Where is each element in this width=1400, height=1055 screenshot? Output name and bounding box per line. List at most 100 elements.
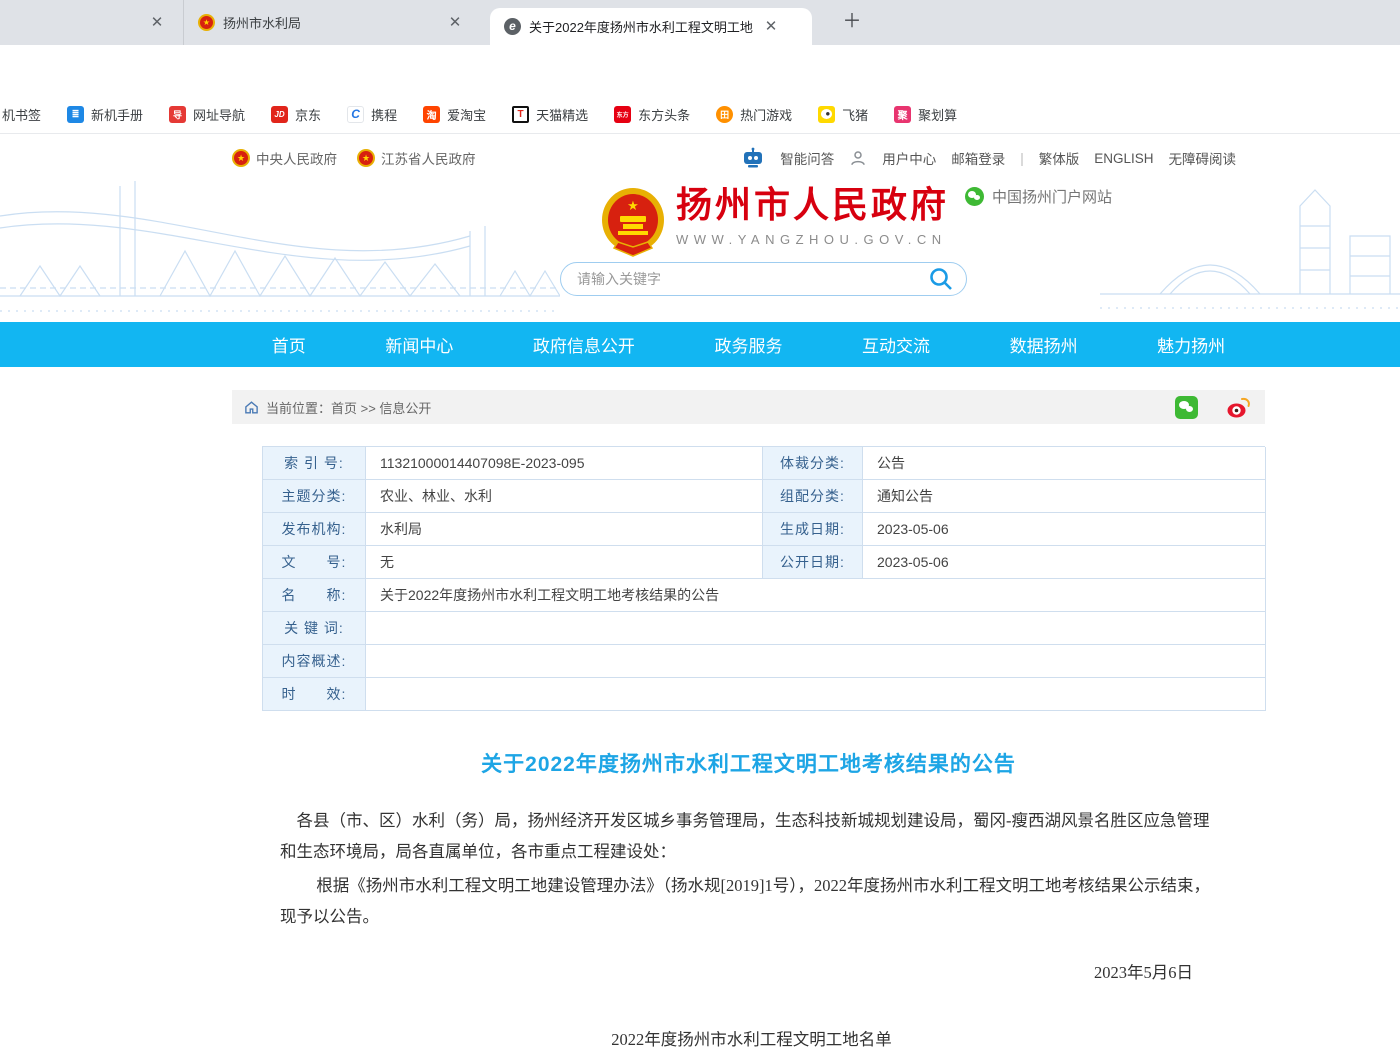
article-list-title: 2022年度扬州市水利工程文明工地名单	[280, 1025, 1223, 1055]
nav-home[interactable]: 首页	[272, 332, 306, 357]
home-icon	[244, 400, 259, 415]
new-tab-icon[interactable]: ＋	[840, 10, 864, 34]
eastday-icon: 东方	[614, 106, 631, 123]
meta-label: 主题分类:	[263, 480, 366, 513]
browser-tab-strip: ✕ ★ 扬州市水利局 ✕ e 关于2022年度扬州市水利工程文明工地 ✕ ＋	[0, 0, 1400, 45]
article-paragraph: 各县（市、区）水利（务）局，扬州经济开发区城乡事务管理局，生态科技新城规划建设局…	[280, 806, 1223, 867]
bridge-watermark-right	[1100, 176, 1400, 322]
tmall-icon: T	[512, 106, 529, 123]
tab-active-announcement[interactable]: e 关于2022年度扬州市水利工程文明工地 ✕	[490, 8, 812, 45]
article-title: 关于2022年度扬州市水利工程文明工地考核结果的公告	[232, 748, 1265, 778]
gov-top-strip: ★ 中央人民政府 ★ 江苏省人民政府 智能问答 用户中心 邮箱登录 | 繁体版 …	[232, 140, 1236, 176]
article-paragraph: 根据《扬州市水利工程文明工地建设管理办法》（扬水规[2019]1号），2022年…	[280, 871, 1223, 932]
user-icon	[849, 149, 867, 167]
nav-data-yangzhou[interactable]: 数据扬州	[1010, 332, 1078, 357]
meta-value-created-date: 2023-05-06	[863, 513, 1266, 546]
meta-value-category: 通知公告	[863, 480, 1266, 513]
bookmark-fliggy[interactable]: 飞猪	[818, 105, 868, 124]
national-emblem: ★	[600, 186, 666, 258]
close-tab-icon[interactable]: ✕	[147, 13, 167, 33]
meta-label: 文 号:	[263, 546, 366, 579]
bookmark-eastday[interactable]: 东方东方头条	[614, 105, 690, 124]
link-user-center[interactable]: 用户中心	[882, 148, 936, 168]
meta-label: 公开日期:	[763, 546, 863, 579]
meta-label: 组配分类:	[763, 480, 863, 513]
nav-info-disclosure[interactable]: 政府信息公开	[533, 332, 635, 357]
manual-icon: ≣	[67, 106, 84, 123]
nav-charm-yangzhou[interactable]: 魅力扬州	[1157, 332, 1225, 357]
meta-label: 时 效:	[263, 678, 366, 711]
meta-label: 关 键 词:	[263, 612, 366, 645]
site-favicon: e	[504, 18, 521, 35]
meta-value-title: 关于2022年度扬州市水利工程文明工地考核结果的公告	[366, 579, 1266, 612]
bookmark-url-navigation[interactable]: 导网址导航	[169, 105, 245, 124]
search-icon[interactable]	[928, 266, 954, 292]
nav-gov-services[interactable]: 政务服务	[714, 332, 782, 357]
meta-value-publisher: 水利局	[366, 513, 763, 546]
tab-title: 扬州市水利局	[223, 13, 443, 32]
tab-yangzhou-water-bureau[interactable]: ★ 扬州市水利局 ✕	[183, 0, 483, 45]
link-central-government[interactable]: ★ 中央人民政府	[232, 148, 337, 168]
gov-emblem-icon: ★	[357, 149, 375, 167]
jd-icon: JD	[271, 106, 288, 123]
bookmark-tmall[interactable]: T天猫精选	[512, 105, 588, 124]
ctrip-icon: C	[347, 106, 364, 123]
robot-icon	[741, 147, 765, 169]
bookmark-ctrip[interactable]: C携程	[347, 105, 397, 124]
juhuasuan-icon: 聚	[894, 106, 911, 123]
fliggy-pig-icon	[818, 106, 835, 123]
breadcrumb-text[interactable]: 当前位置：首页 >> 信息公开	[266, 398, 431, 417]
meta-value-keywords	[366, 612, 1266, 645]
svg-text:★: ★	[627, 198, 639, 213]
meta-value-genre: 公告	[863, 447, 1266, 480]
meta-label: 内容概述:	[263, 645, 366, 678]
bookmark-new-phone-manual[interactable]: ≣新机手册	[67, 105, 143, 124]
article-body: 各县（市、区）水利（务）局，扬州经济开发区城乡事务管理局，生态科技新城规划建设局…	[232, 806, 1265, 1055]
share-weibo-icon[interactable]	[1226, 396, 1251, 419]
site-header: ★ 扬州市人民政府 WWW.YANGZHOU.GOV.CN 中国扬州门户网站	[0, 176, 1400, 322]
game-icon: 田	[716, 106, 733, 123]
site-search[interactable]	[560, 262, 967, 296]
nav-interaction[interactable]: 互动交流	[862, 332, 930, 357]
site-title: 扬州市人民政府	[676, 186, 949, 226]
close-tab-icon[interactable]: ✕	[445, 13, 465, 33]
article-date: 2023年5月6日	[280, 958, 1223, 989]
portal-link[interactable]: 中国扬州门户网站	[965, 186, 1112, 207]
gov-emblem-favicon: ★	[198, 14, 215, 31]
link-jiangsu-government[interactable]: ★ 江苏省人民政府	[357, 148, 476, 168]
link-english[interactable]: ENGLISH	[1094, 151, 1153, 166]
search-input[interactable]	[577, 271, 928, 287]
bookmark-hot-games[interactable]: 田热门游戏	[716, 105, 792, 124]
link-accessibility[interactable]: 无障碍阅读	[1169, 148, 1237, 168]
gov-emblem-icon: ★	[232, 149, 250, 167]
link-smart-qa[interactable]: 智能问答	[780, 148, 834, 168]
browser-toolbar: 不安全 yangzhou.gov.cn/yzszxxgk/slj/202305/…	[0, 45, 1400, 95]
close-tab-icon[interactable]: ✕	[761, 17, 781, 37]
meta-value-validity	[366, 678, 1266, 711]
meta-label: 名 称:	[263, 579, 366, 612]
link-traditional-chinese[interactable]: 繁体版	[1039, 148, 1080, 168]
divider: |	[1020, 151, 1024, 166]
wechat-icon	[965, 187, 984, 206]
meta-label: 发布机构:	[263, 513, 366, 546]
main-nav: 首页 新闻中心 政府信息公开 政务服务 互动交流 数据扬州 魅力扬州	[0, 322, 1400, 367]
bookmark-jd[interactable]: JD京东	[271, 105, 321, 124]
nav-icon: 导	[169, 106, 186, 123]
meta-label: 体裁分类:	[763, 447, 863, 480]
bookmark-juhuasuan[interactable]: 聚聚划算	[894, 105, 957, 124]
bookmarks-bar: 机书签 ≣新机手册 导网址导航 JD京东 C携程 淘爱淘宝 T天猫精选 东方东方…	[0, 95, 1400, 134]
bookmark-phone-bookmarks[interactable]: 机书签	[2, 105, 41, 124]
nav-news-center[interactable]: 新闻中心	[385, 332, 453, 357]
share-wechat-icon[interactable]	[1175, 396, 1198, 419]
meta-value-public-date: 2023-05-06	[863, 546, 1266, 579]
tab-title: 关于2022年度扬州市水利工程文明工地	[529, 17, 761, 36]
meta-value-index-number: 11321000014407098E-2023-095	[366, 447, 763, 480]
meta-label: 索 引 号:	[263, 447, 366, 480]
bookmark-aitaobao[interactable]: 淘爱淘宝	[423, 105, 486, 124]
breadcrumb: 当前位置：首页 >> 信息公开	[232, 390, 1265, 424]
bridge-watermark-left	[0, 176, 560, 322]
link-mail-login[interactable]: 邮箱登录	[951, 148, 1005, 168]
meta-value-doc-number: 无	[366, 546, 763, 579]
meta-value-summary	[366, 645, 1266, 678]
meta-value-topic: 农业、林业、水利	[366, 480, 763, 513]
